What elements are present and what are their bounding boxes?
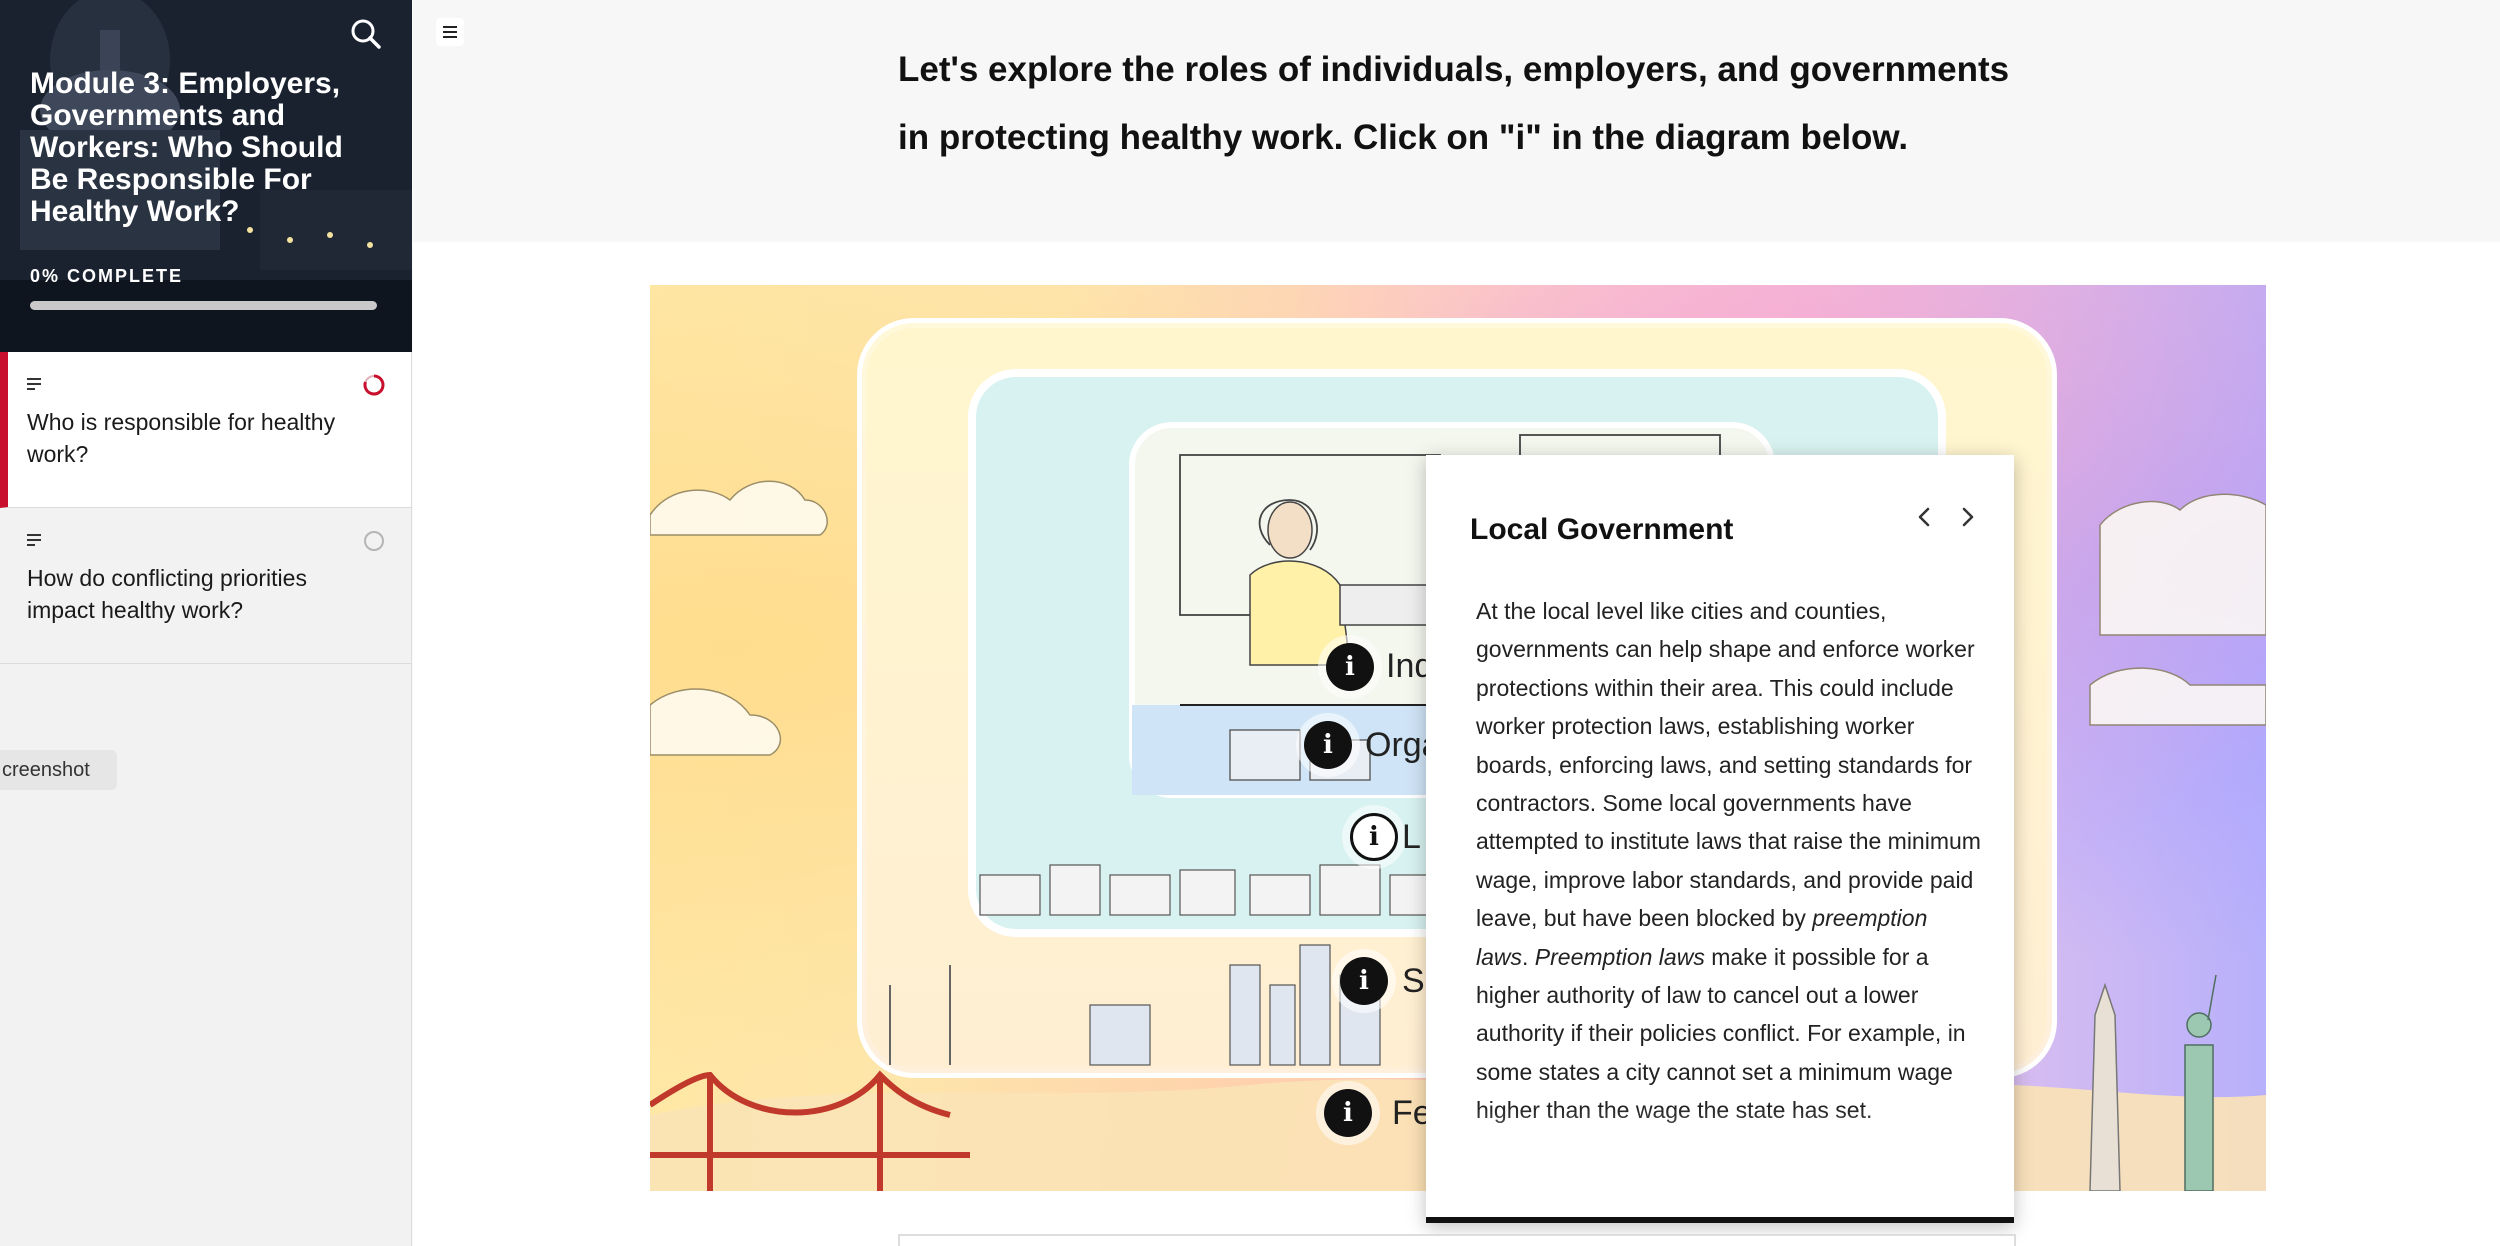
lesson-title: How do conflicting priorities impact hea… (27, 565, 307, 623)
layer-label-state: S (1402, 962, 1425, 1000)
chevron-left-icon[interactable] (1908, 501, 1940, 533)
app: Module 3: Employers, Governments and Wor… (0, 0, 2500, 1246)
course-title: Module 3: Employers, Governments and Wor… (30, 67, 343, 228)
layer-label-local: L (1402, 818, 1421, 856)
lesson-item-who-is-responsible[interactable]: Who is responsible for healthy work? (0, 352, 411, 508)
popup-body: At the local level like cities and count… (1476, 592, 1986, 1130)
sidebar-header: Module 3: Employers, Governments and Wor… (0, 0, 412, 352)
in-progress-status-icon (363, 374, 385, 396)
info-popup: Local Government At the local level like… (1426, 455, 2014, 1223)
info-marker-individual[interactable]: i (1326, 643, 1374, 691)
search-icon[interactable] (348, 16, 384, 52)
progress-label: 0% COMPLETE (30, 266, 184, 286)
lesson-title: Who is responsible for healthy work? (27, 409, 336, 467)
info-marker-state[interactable]: i (1340, 957, 1388, 1005)
text-lines-icon (27, 534, 41, 546)
intro-heading: Let's explore the roles of individuals, … (898, 50, 2010, 157)
sidebar: Module 3: Employers, Governments and Wor… (0, 0, 412, 1246)
screenshot-button[interactable]: creenshot (0, 750, 117, 790)
info-marker-local-active[interactable]: i (1350, 813, 1398, 861)
hamburger-menu-icon[interactable] (436, 18, 464, 46)
next-content-block (898, 1234, 2016, 1246)
popup-body-emphasis: Preemption laws (1534, 943, 1705, 970)
progress-bar (30, 301, 377, 310)
popup-body-text: . (1522, 943, 1535, 970)
popup-body-text: make it possible for a higher authority … (1476, 943, 1966, 1124)
not-started-status-icon (364, 531, 384, 551)
chevron-right-icon[interactable] (1952, 501, 1984, 533)
text-lines-icon (27, 378, 41, 390)
lesson-item-conflicting-priorities[interactable]: How do conflicting priorities impact hea… (0, 508, 411, 664)
info-marker-organization[interactable]: i (1304, 721, 1352, 769)
popup-body-text: At the local level like cities and count… (1476, 598, 1981, 932)
popup-title: Local Government (1470, 513, 1734, 546)
info-marker-federal[interactable]: i (1324, 1089, 1372, 1137)
